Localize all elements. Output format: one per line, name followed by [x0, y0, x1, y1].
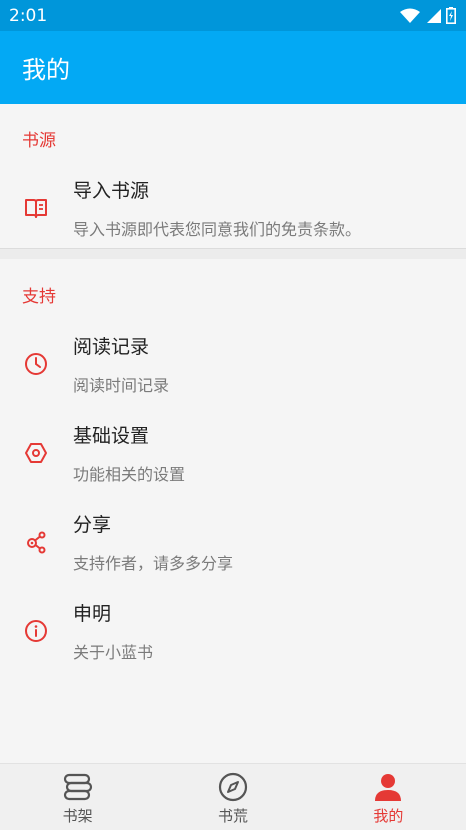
compass-icon [217, 772, 249, 802]
settings-hexagon-icon [24, 441, 48, 465]
item-title: 阅读记录 [73, 336, 150, 358]
item-subtitle: 支持作者，请多多分享 [73, 554, 234, 573]
item-subtitle: 阅读时间记录 [73, 376, 170, 395]
nav-label: 书荒 [217, 807, 248, 825]
signal-icon [427, 8, 441, 23]
nav-tab-bookshelf[interactable]: 书架 [0, 764, 155, 830]
info-icon [24, 619, 48, 643]
section-title: 支持 [22, 287, 56, 307]
person-icon [372, 772, 404, 802]
item-subtitle: 功能相关的设置 [73, 465, 186, 484]
item-title: 基础设置 [73, 425, 150, 447]
item-title: 导入书源 [73, 180, 150, 202]
item-subtitle: 导入书源即代表您同意我们的免责条款。 [73, 220, 362, 239]
section-book-source: 书源 导入书源 导入书源即代表您同意我们的免责条款。 [0, 104, 466, 248]
book-icon [24, 196, 48, 220]
item-title: 申明 [73, 603, 112, 625]
battery-icon [446, 7, 456, 24]
item-title: 分享 [73, 514, 112, 536]
bookshelf-icon [62, 772, 94, 802]
nav-tab-discover[interactable]: 书荒 [155, 764, 310, 830]
status-time: 2:01 [9, 5, 48, 26]
wifi-icon [400, 8, 420, 23]
menu-item-basic-settings[interactable]: 基础设置 功能相关的设置 [0, 409, 466, 497]
menu-item-statement[interactable]: 申明 关于小蓝书 [0, 587, 466, 675]
page-title: 我的 [22, 56, 70, 84]
nav-tab-mine[interactable]: 我的 [311, 764, 466, 830]
app-bar: 我的 [0, 31, 466, 104]
section-title: 书源 [22, 131, 56, 151]
status-bar: 2:01 [0, 0, 466, 31]
clock-icon [24, 352, 48, 376]
menu-item-import-source[interactable]: 导入书源 导入书源即代表您同意我们的免责条款。 [0, 164, 466, 252]
system-icons [400, 7, 456, 24]
section-support: 支持 阅读记录 阅读时间记录 基础设置 功能相关的设置 分享 支持作者，请多多分… [0, 259, 466, 763]
item-subtitle: 关于小蓝书 [73, 643, 154, 662]
menu-item-share[interactable]: 分享 支持作者，请多多分享 [0, 498, 466, 586]
nav-label: 书架 [62, 807, 93, 825]
menu-item-reading-history[interactable]: 阅读记录 阅读时间记录 [0, 320, 466, 408]
bottom-navigation: 书架 书荒 我的 [0, 763, 466, 830]
section-gap [0, 249, 466, 259]
share-icon [24, 530, 48, 554]
nav-label: 我的 [373, 807, 404, 825]
